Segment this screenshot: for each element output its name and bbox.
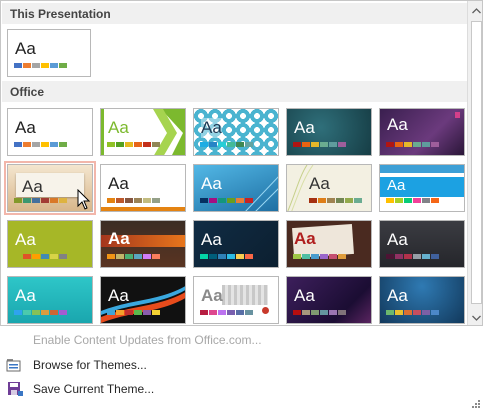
resize-grip-icon[interactable] [472, 400, 480, 408]
theme-color-bar [309, 198, 363, 203]
theme-color-bar [386, 198, 440, 203]
banded-top-band [380, 165, 464, 173]
theme-thumb-facet[interactable]: Aa [100, 108, 186, 156]
theme-aa-label: Aa [387, 286, 408, 305]
vertical-scrollbar[interactable] [467, 1, 482, 325]
theme-color-bar [14, 142, 68, 147]
theme-thumb-ion-boardroom[interactable]: Aa [286, 108, 372, 156]
blank-icon-slot [0, 328, 30, 352]
theme-color-bar [386, 142, 440, 147]
gallery-dot [262, 307, 269, 314]
theme-color-bar [14, 198, 68, 203]
theme-aa-label: Aa [387, 230, 408, 249]
browse-for-themes-item[interactable]: Browse for Themes... [0, 353, 483, 377]
theme-thumb-dividend[interactable]: Aa [379, 220, 465, 268]
section-header-this-presentation: This Presentation [2, 3, 467, 24]
scrollbar-thumb[interactable] [471, 21, 482, 304]
theme-thumb-slice[interactable]: Aa [193, 164, 279, 212]
theme-color-bar [200, 198, 254, 203]
theme-color-bar [200, 142, 254, 147]
theme-aa-label: Aa [387, 115, 408, 134]
theme-aa-label: Aa [201, 174, 222, 193]
enable-content-updates-item: Enable Content Updates from Office.com..… [0, 328, 483, 352]
section-header-office: Office [2, 81, 467, 102]
theme-thumb-office-theme[interactable]: Aa [7, 108, 93, 156]
theme-thumb-berlin[interactable]: Aa [100, 220, 186, 268]
theme-thumb-retrospect[interactable]: Aa [100, 164, 186, 212]
theme-aa-label: Aa [15, 118, 36, 137]
theme-aa-label: Aa [294, 229, 316, 248]
theme-color-bar [200, 310, 254, 315]
theme-aa-label: Aa [294, 118, 315, 137]
theme-aa-label: Aa [108, 229, 130, 248]
save-disk-icon [0, 377, 30, 401]
save-current-theme-item[interactable]: Save Current Theme... [0, 377, 483, 401]
retrospect-bottom-band [101, 207, 185, 211]
theme-thumb-ion[interactable]: Aa [379, 108, 465, 156]
theme-aa-label: Aa [294, 286, 315, 305]
theme-color-bar [386, 254, 440, 259]
theme-thumb-gallery[interactable]: Aa [193, 276, 279, 324]
theme-aa-label: Aa [15, 39, 36, 58]
save-current-theme-label: Save Current Theme... [33, 382, 155, 396]
theme-color-bar [107, 198, 161, 203]
theme-aa-label: Aa [201, 230, 222, 249]
theme-color-bar [107, 254, 161, 259]
theme-color-bar [14, 310, 68, 315]
theme-aa-label: Aa [387, 177, 406, 194]
theme-aa-label: Aa [108, 118, 129, 137]
scroll-up-button[interactable] [469, 3, 482, 18]
theme-aa-label: Aa [309, 174, 330, 193]
theme-thumb-banded[interactable]: Aa [379, 164, 465, 212]
theme-aa-label: Aa [201, 118, 222, 138]
theme-aa-label: Aa [15, 230, 36, 249]
theme-aa-label: Aa [15, 286, 36, 305]
theme-aa-label: Aa [201, 286, 223, 305]
theme-thumb-circuit[interactable]: Aa [193, 220, 279, 268]
theme-thumb-main-event[interactable]: Aa [286, 276, 372, 324]
theme-color-bar [293, 310, 347, 315]
theme-thumb-integral[interactable]: Aa [193, 108, 279, 156]
theme-color-bar [386, 310, 440, 315]
theme-thumb-basis[interactable]: Aa [7, 220, 93, 268]
gallery-texture [222, 285, 268, 305]
theme-color-bar [107, 310, 161, 315]
theme-aa-label: Aa [108, 174, 129, 193]
scroll-down-button[interactable] [469, 310, 482, 325]
theme-thumb-damask[interactable]: Aa [286, 220, 372, 268]
theme-color-bar [293, 142, 347, 147]
folder-open-icon [0, 353, 30, 377]
enable-content-updates-label: Enable Content Updates from Office.com..… [33, 333, 262, 347]
theme-color-bar [14, 63, 68, 68]
theme-gallery: This Presentation Aa Office Aa Aa Aa Aa … [0, 0, 483, 326]
theme-thumb-droplet[interactable]: Aa [7, 276, 93, 324]
theme-thumb-wisp[interactable]: Aa [286, 164, 372, 212]
theme-color-bar [14, 254, 68, 259]
theme-aa-label: Aa [108, 286, 129, 305]
theme-thumb-current[interactable]: Aa [7, 29, 91, 77]
chevron-up-icon [472, 7, 481, 13]
ion-accent-tab [455, 112, 460, 118]
theme-aa-label: Aa [22, 177, 43, 196]
theme-color-bar [293, 254, 347, 259]
theme-color-bar [200, 254, 254, 259]
theme-thumb-frame[interactable]: Aa [100, 276, 186, 324]
browse-for-themes-label: Browse for Themes... [33, 358, 147, 372]
theme-color-bar [107, 142, 161, 147]
chevron-down-icon [472, 315, 481, 321]
theme-thumb-organic[interactable]: Aa [4, 161, 96, 215]
theme-thumb-mesh[interactable]: Aa [379, 276, 465, 324]
